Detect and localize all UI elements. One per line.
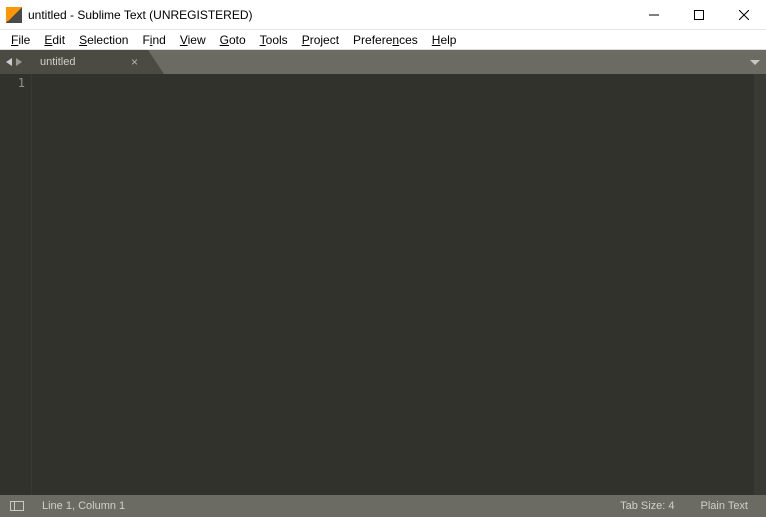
titlebar: untitled - Sublime Text (UNREGISTERED) [0, 0, 766, 30]
menu-project[interactable]: Project [295, 33, 346, 47]
nav-back-icon[interactable] [6, 58, 12, 66]
window-controls [631, 0, 766, 29]
line-number: 1 [0, 76, 25, 90]
menu-goto[interactable]: Goto [213, 33, 253, 47]
menu-selection[interactable]: Selection [72, 33, 135, 47]
side-panel-toggle-icon[interactable] [10, 501, 24, 511]
tab-bar: untitled × [0, 50, 766, 74]
status-bar: Line 1, Column 1 Tab Size: 4 Plain Text [0, 495, 766, 517]
menu-find[interactable]: Find [135, 33, 172, 47]
tab-overflow-button[interactable] [750, 50, 760, 74]
status-cursor-position[interactable]: Line 1, Column 1 [34, 500, 133, 512]
menu-help[interactable]: Help [425, 33, 464, 47]
chevron-down-icon [750, 60, 760, 65]
menu-preferences[interactable]: Preferences [346, 33, 425, 47]
close-button[interactable] [721, 0, 766, 29]
status-syntax[interactable]: Plain Text [693, 500, 757, 512]
menubar: File Edit Selection Find View Goto Tools… [0, 30, 766, 50]
menu-file[interactable]: File [4, 33, 37, 47]
status-tab-size[interactable]: Tab Size: 4 [612, 500, 682, 512]
editor-area: 1 [0, 74, 766, 495]
tab-close-icon[interactable]: × [131, 55, 138, 69]
text-editor[interactable] [32, 74, 754, 495]
menu-tools[interactable]: Tools [253, 33, 295, 47]
app-icon [6, 7, 22, 23]
menu-view[interactable]: View [173, 33, 213, 47]
tab-untitled[interactable]: untitled × [28, 50, 148, 74]
line-number-gutter: 1 [0, 74, 32, 495]
minimize-button[interactable] [631, 0, 676, 29]
menu-edit[interactable]: Edit [37, 33, 72, 47]
tab-history-nav [0, 50, 28, 74]
window-title: untitled - Sublime Text (UNREGISTERED) [28, 8, 631, 22]
tab-label: untitled [40, 56, 115, 68]
nav-forward-icon[interactable] [16, 58, 22, 66]
minimap-scrollbar[interactable] [754, 74, 766, 495]
maximize-button[interactable] [676, 0, 721, 29]
